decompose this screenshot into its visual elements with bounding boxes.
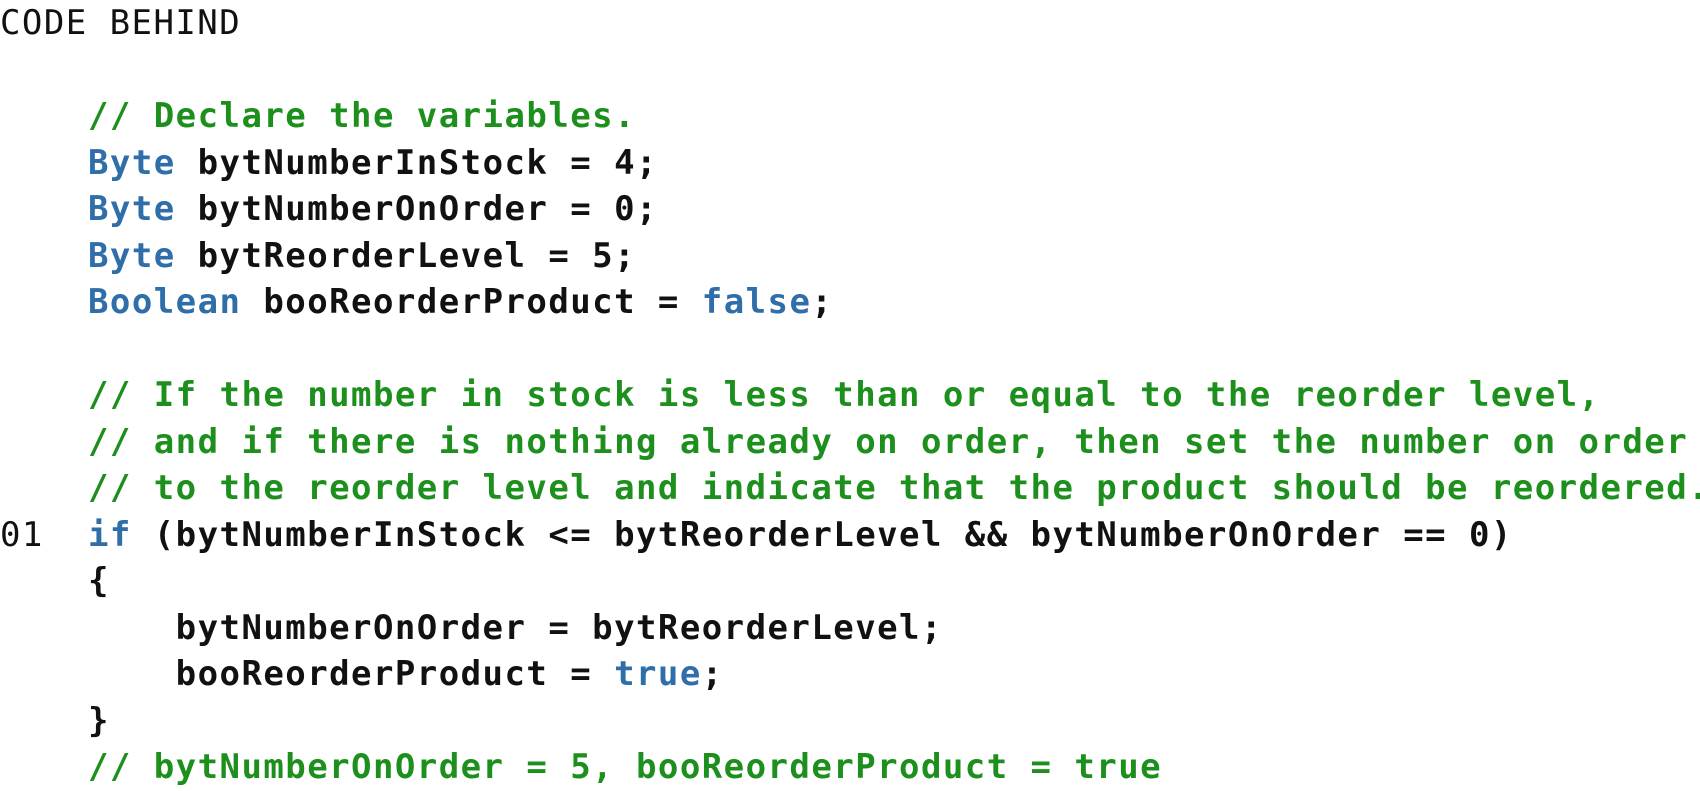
code-line: 01 if (bytNumberInStock <= bytReorderLeve… [0,512,1700,559]
line-number [0,326,88,373]
code-keyword: Byte [88,142,176,183]
code-line: // If the number in stock is less than o… [0,372,1700,419]
code-text: bytNumberInStock = 4; [175,142,658,183]
code-keyword: if [88,514,132,555]
code-line-content: booReorderProduct = true; [88,651,724,698]
code-line: Boolean booReorderProduct = false; [0,279,1700,326]
code-keyword: Byte [88,189,176,229]
line-number [0,186,88,233]
code-text: bytNumberOnOrder = bytReorderLevel; [88,607,943,648]
line-number [0,93,88,140]
code-line-content: // Declare the variables. [88,93,636,140]
code-line-content: // and if there is nothing already on or… [88,419,1688,466]
code-header-row: CODE BEHIND [0,0,1700,47]
code-text: booReorderProduct = [241,282,702,322]
code-line: // bytNumberOnOrder = 5, booReorderProdu… [0,744,1700,791]
code-listing: CODE BEHIND // Declare the variables. Byt… [0,0,1700,788]
code-text: bytNumberOnOrder = 0; [175,189,658,229]
code-line-content: } [88,698,110,745]
line-number [0,372,88,419]
line-number [0,558,88,605]
code-text: booReorderProduct = [88,654,615,694]
code-line: } [0,698,1700,745]
line-number [0,465,88,512]
line-number [0,744,88,791]
code-comment: // to the reorder level and indicate tha… [88,468,1700,508]
code-line-content: // to the reorder level and indicate tha… [88,465,1700,512]
code-line: Byte bytNumberOnOrder = 0; [0,186,1700,233]
code-keyword: Boolean [88,282,242,322]
code-line-content: // If the number in stock is less than o… [88,372,1600,419]
code-behind-title: CODE BEHIND [0,3,242,43]
code-comment: // and if there is nothing already on or… [88,421,1689,462]
code-line: Byte bytReorderLevel = 5; [0,233,1700,280]
line-number [0,140,88,187]
code-text: bytReorderLevel = 5; [175,235,637,276]
line-number [0,698,88,745]
code-comment: // bytNumberOnOrder = 5, booReorderProdu… [88,747,1163,787]
line-number [0,605,88,652]
code-comment: // If the number in stock is less than o… [88,375,1601,415]
code-line [0,326,1700,373]
code-line-content: bytNumberOnOrder = bytReorderLevel; [88,605,943,652]
code-line-content: Byte bytNumberOnOrder = 0; [88,186,658,233]
code-text: ; [811,282,834,322]
code-line: // to the reorder level and indicate tha… [0,465,1700,512]
code-text: } [88,700,110,741]
blank-row [0,47,1700,94]
code-keyword: false [701,282,812,322]
code-line: // and if there is nothing already on or… [0,419,1700,466]
code-line-content: Byte bytNumberInStock = 4; [88,140,658,187]
code-line-content: // bytNumberOnOrder = 5, booReorderProdu… [88,744,1162,791]
line-number [0,279,88,326]
code-line-content: Boolean booReorderProduct = false; [88,279,833,326]
line-number: 01 [0,514,44,555]
code-line-content: Byte bytReorderLevel = 5; [88,233,636,280]
line-number [0,419,88,466]
code-line: booReorderProduct = true; [0,651,1700,698]
code-comment: // Declare the variables. [88,96,636,136]
code-line: Byte bytNumberInStock = 4; [0,140,1700,187]
line-number [0,233,88,280]
code-text: ; [701,654,724,694]
code-line: // Declare the variables. [0,93,1700,140]
line-number [0,651,88,698]
code-body: // Declare the variables. Byte bytNumberI… [0,93,1700,791]
code-keyword: true [614,654,702,694]
code-text: (bytNumberInStock <= bytReorderLevel && … [131,514,1513,555]
code-line: bytNumberOnOrder = bytReorderLevel; [0,605,1700,652]
code-line: { [0,558,1700,605]
code-text: { [88,561,110,601]
code-line-content: { [88,558,110,605]
code-keyword: Byte [88,235,176,276]
code-line-content: if (bytNumberInStock <= bytReorderLevel … [88,512,1513,559]
